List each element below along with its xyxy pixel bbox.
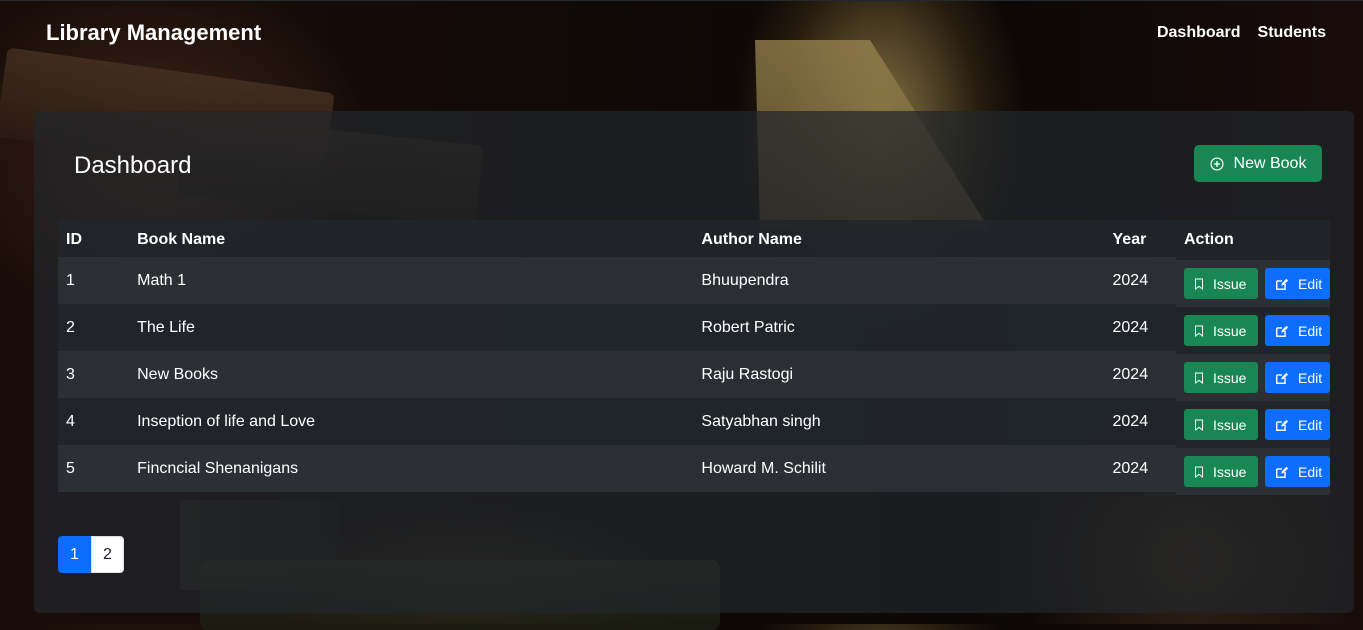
issue-label: Issue	[1213, 369, 1247, 386]
cell-author-name: Robert Patric	[701, 318, 795, 336]
issue-button[interactable]: Issue	[1184, 456, 1258, 487]
column-header-year: Year	[1112, 231, 1147, 248]
column-header-book-name: Book Name	[137, 231, 226, 248]
bookmark-icon	[1194, 278, 1204, 290]
books-table: ID Book Name Author Name Year Action 1 M…	[58, 220, 1330, 495]
edit-label: Edit	[1298, 369, 1323, 386]
nav-link-dashboard[interactable]: Dashboard	[1157, 24, 1241, 42]
cell-year: 2024	[1112, 412, 1149, 430]
bookmark-icon	[1194, 372, 1204, 384]
navbar: Library Management Dashboard Students	[0, 0, 1363, 67]
issue-label: Issue	[1213, 275, 1247, 292]
cell-action: Issue Edit	[1176, 307, 1330, 354]
pencil-square-icon	[1275, 465, 1289, 479]
nav-link-students[interactable]: Students	[1258, 24, 1326, 42]
edit-label: Edit	[1298, 463, 1323, 480]
page-button-2[interactable]: 2	[91, 536, 124, 573]
page-button-1[interactable]: 1	[58, 536, 91, 573]
cell-book-name: Inseption of life and Love	[137, 412, 316, 430]
cell-year: 2024	[1112, 365, 1149, 383]
cell-action: Issue Edit	[1176, 260, 1330, 307]
cell-book-name: Math 1	[137, 271, 187, 289]
pencil-square-icon	[1275, 371, 1289, 385]
cell-author-name: Bhuupendra	[701, 271, 789, 289]
pagination: 1 2	[58, 536, 124, 573]
column-header-author-name: Author Name	[701, 231, 802, 248]
edit-label: Edit	[1298, 416, 1323, 433]
edit-label: Edit	[1298, 322, 1323, 339]
bookmark-icon	[1194, 419, 1204, 431]
issue-button[interactable]: Issue	[1184, 315, 1258, 346]
nav-links: Dashboard Students	[1157, 24, 1326, 42]
dashboard-card: Dashboard New Book ID Book Name Author N…	[34, 111, 1354, 613]
edit-button[interactable]: Edit	[1265, 315, 1330, 346]
cell-id: 3	[66, 365, 75, 383]
edit-button[interactable]: Edit	[1265, 409, 1330, 440]
cell-year: 2024	[1112, 459, 1149, 477]
cell-book-name: New Books	[137, 365, 219, 383]
issue-label: Issue	[1213, 416, 1247, 433]
cell-author-name: Satyabhan singh	[701, 412, 821, 430]
cell-id: 2	[66, 318, 75, 336]
bookmark-icon	[1194, 325, 1204, 337]
issue-button[interactable]: Issue	[1184, 268, 1258, 299]
issue-label: Issue	[1213, 322, 1247, 339]
new-book-button[interactable]: New Book	[1194, 145, 1322, 182]
pencil-square-icon	[1275, 418, 1289, 432]
cell-year: 2024	[1112, 318, 1149, 336]
table-row: 2 The Life Robert Patric 2024 Issue Edit	[58, 307, 1330, 354]
column-header-id: ID	[66, 231, 82, 248]
brand-title[interactable]: Library Management	[46, 20, 261, 46]
books-table-container: ID Book Name Author Name Year Action 1 M…	[58, 220, 1330, 495]
cell-book-name: The Life	[137, 318, 195, 336]
new-book-label: New Book	[1233, 154, 1307, 172]
table-row: 1 Math 1 Bhuupendra 2024 Issue Edit	[58, 260, 1330, 307]
edit-label: Edit	[1298, 275, 1323, 292]
cell-book-name: Fincncial Shenanigans	[137, 459, 299, 477]
bookmark-icon	[1194, 466, 1204, 478]
edit-button[interactable]: Edit	[1265, 268, 1330, 299]
cell-action: Issue Edit	[1176, 354, 1330, 401]
cell-action: Issue Edit	[1176, 448, 1330, 495]
cell-id: 4	[66, 412, 75, 430]
cell-author-name: Howard M. Schilit	[701, 459, 826, 477]
column-header-action: Action	[1184, 231, 1234, 248]
edit-button[interactable]: Edit	[1265, 362, 1330, 393]
table-row: 5 Fincncial Shenanigans Howard M. Schili…	[58, 448, 1330, 495]
plus-circle-icon	[1210, 156, 1224, 171]
edit-button[interactable]: Edit	[1265, 456, 1330, 487]
cell-id: 1	[66, 271, 75, 289]
cell-author-name: Raju Rastogi	[701, 365, 794, 383]
cell-action: Issue Edit	[1176, 401, 1330, 448]
cell-id: 5	[66, 459, 75, 477]
table-row: 4 Inseption of life and Love Satyabhan s…	[58, 401, 1330, 448]
pencil-square-icon	[1275, 277, 1289, 291]
table-row: 3 New Books Raju Rastogi 2024 Issue Edit	[58, 354, 1330, 401]
issue-label: Issue	[1213, 463, 1247, 480]
issue-button[interactable]: Issue	[1184, 362, 1258, 393]
table-header-row: ID Book Name Author Name Year Action	[58, 220, 1330, 260]
cell-year: 2024	[1112, 271, 1149, 289]
page-title: Dashboard	[74, 152, 192, 179]
pencil-square-icon	[1275, 324, 1289, 338]
issue-button[interactable]: Issue	[1184, 409, 1258, 440]
